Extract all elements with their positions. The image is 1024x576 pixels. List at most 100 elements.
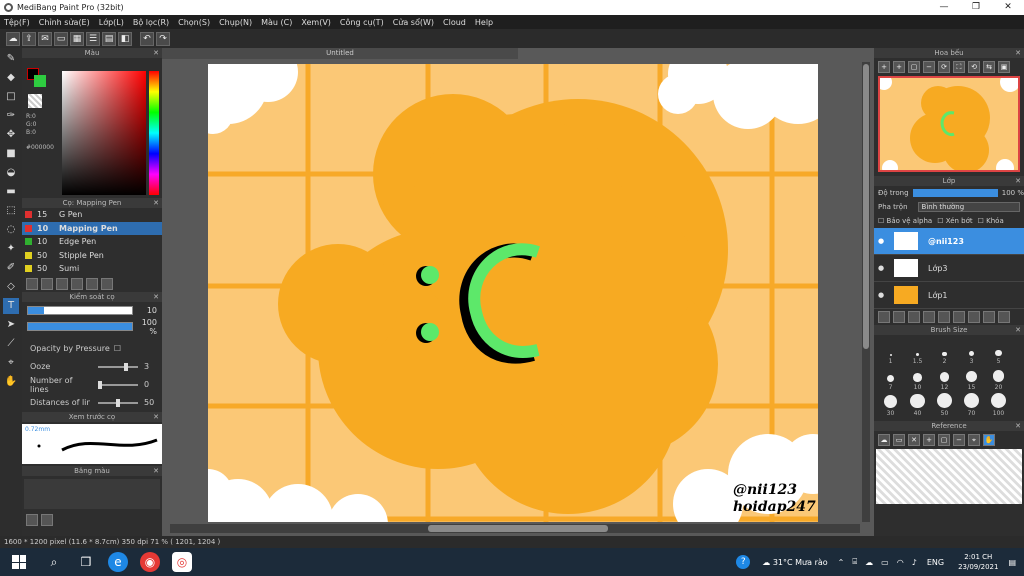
menu-window[interactable]: Cửa sổ(W): [393, 18, 434, 27]
select-tool-icon[interactable]: ⬚: [3, 203, 19, 219]
protect-alpha-checkbox[interactable]: ☐ Bảo vệ alpha: [878, 217, 932, 225]
search-icon[interactable]: ⌕: [44, 552, 64, 572]
visibility-icon[interactable]: ●: [878, 264, 886, 272]
brush-size-option[interactable]: 30: [877, 391, 904, 417]
brush-size-option[interactable]: 50: [931, 391, 958, 417]
close-icon[interactable]: ✕: [153, 466, 159, 476]
reference-area[interactable]: [876, 449, 1022, 504]
close-icon[interactable]: ✕: [1015, 325, 1021, 335]
start-icon[interactable]: [12, 555, 26, 569]
fullscreen-icon[interactable]: ⛶: [953, 61, 965, 73]
vertical-scrollbar[interactable]: [862, 62, 870, 522]
folder-icon[interactable]: [71, 277, 83, 290]
upload-icon[interactable]: ⇪: [22, 31, 36, 46]
close-icon[interactable]: ✕: [153, 412, 159, 422]
brush-size-option[interactable]: 1.5: [904, 339, 931, 365]
brush-size-slider[interactable]: [27, 306, 133, 315]
delete-layer-icon[interactable]: [998, 311, 1010, 323]
brush-size-option[interactable]: 70: [958, 391, 985, 417]
hand-tool-icon[interactable]: ✋: [3, 374, 19, 390]
copy-brush-icon[interactable]: [56, 277, 68, 290]
hue-slider[interactable]: [149, 71, 159, 195]
navigator-preview[interactable]: [878, 76, 1020, 172]
cloud-icon[interactable]: ☁: [878, 434, 890, 446]
language-indicator[interactable]: ENG: [927, 558, 944, 567]
list-icon[interactable]: ☰: [86, 31, 100, 46]
frame-icon[interactable]: ◧: [118, 31, 132, 46]
merge-icon[interactable]: [953, 311, 965, 323]
delete-icon[interactable]: [101, 277, 113, 290]
color-bag[interactable]: [24, 478, 160, 509]
close-icon[interactable]: ✕: [908, 434, 920, 446]
brush-size-option[interactable]: 12: [931, 365, 958, 391]
zoom-in-2-icon[interactable]: +: [893, 61, 905, 73]
flip-icon[interactable]: ⇆: [983, 61, 995, 73]
drawing-canvas[interactable]: @nii123 hoidap247: [208, 64, 818, 522]
menu-color[interactable]: Màu (C): [261, 18, 292, 27]
visibility-icon[interactable]: ●: [878, 237, 886, 245]
new-layer-icon[interactable]: [878, 311, 890, 323]
close-icon[interactable]: ✕: [1015, 48, 1021, 58]
brush-item[interactable]: 10 Mapping Pen: [22, 221, 162, 235]
onedrive-icon[interactable]: ☁: [865, 558, 873, 567]
brush-size-option[interactable]: 3: [958, 339, 985, 365]
medibang-icon[interactable]: ◎: [172, 552, 192, 572]
duplicate-icon[interactable]: [968, 311, 980, 323]
settings-icon[interactable]: [983, 311, 995, 323]
blend-select[interactable]: Bình thường: [917, 202, 1020, 212]
clipping-checkbox[interactable]: ☐ Xén bớt: [937, 217, 972, 225]
notification-icon[interactable]: ▤: [1008, 558, 1016, 567]
lasso-tool-icon[interactable]: ◌: [3, 222, 19, 238]
zoom-in-icon[interactable]: +: [878, 61, 890, 73]
comment-icon[interactable]: ✉: [38, 31, 52, 46]
close-icon[interactable]: ✕: [1015, 176, 1021, 186]
menu-cloud[interactable]: Cloud: [443, 18, 466, 27]
select-pen-icon[interactable]: ✐: [3, 260, 19, 276]
fill-rect-tool-icon[interactable]: ■: [3, 146, 19, 162]
ooze-slider[interactable]: [98, 362, 138, 371]
brush-size-option[interactable]: 15: [958, 365, 985, 391]
cloud-icon[interactable]: ☁: [6, 31, 20, 46]
close-icon[interactable]: ✕: [1015, 421, 1021, 431]
brush-size-option[interactable]: 7: [877, 365, 904, 391]
zoom-out-icon[interactable]: −: [923, 61, 935, 73]
close-icon[interactable]: ✕: [153, 48, 159, 58]
menu-view[interactable]: Xem(V): [301, 18, 331, 27]
import-icon[interactable]: [86, 277, 98, 290]
eyedropper-icon[interactable]: ⌖: [3, 355, 19, 371]
battery-icon[interactable]: ▭: [881, 558, 889, 567]
layer-item[interactable]: ● Lớp3: [874, 255, 1024, 282]
add-brush-icon[interactable]: [26, 277, 38, 290]
delete-color-icon[interactable]: [41, 513, 53, 526]
saturation-picker[interactable]: [62, 71, 146, 195]
task-view-icon[interactable]: ❒: [76, 552, 96, 572]
layer-opacity-slider[interactable]: [912, 189, 998, 197]
add-color-icon[interactable]: [26, 513, 38, 526]
volume-icon[interactable]: ♪: [912, 558, 917, 567]
layer-item[interactable]: ● Lớp1: [874, 282, 1024, 309]
reset-icon[interactable]: ⟲: [968, 61, 980, 73]
close-icon[interactable]: ✕: [153, 198, 159, 208]
lock-icon[interactable]: ▣: [998, 61, 1010, 73]
brush-size-option[interactable]: 10: [904, 365, 931, 391]
layer-menu-icon[interactable]: [923, 311, 935, 323]
grid-icon[interactable]: ▦: [70, 31, 84, 46]
wifi-icon[interactable]: ◠: [897, 558, 904, 567]
brush-size-option[interactable]: 1: [877, 339, 904, 365]
pen-tool-icon[interactable]: ✑: [3, 108, 19, 124]
redo-icon[interactable]: ↷: [156, 31, 170, 46]
weather-widget[interactable]: ☁ 31°C Mưa rào: [762, 558, 827, 567]
select-eraser-icon[interactable]: ◇: [3, 279, 19, 295]
minimize-button[interactable]: —: [928, 0, 960, 15]
operation-tool-icon[interactable]: ➤: [3, 317, 19, 333]
brush-size-option[interactable]: 20: [985, 365, 1012, 391]
rectangle-tool-icon[interactable]: □: [3, 89, 19, 105]
text-tool-icon[interactable]: T: [3, 298, 19, 314]
background-color-swatch[interactable]: [34, 75, 46, 87]
gradient-tool-icon[interactable]: ▬: [3, 184, 19, 200]
move-tool-icon[interactable]: ✥: [3, 127, 19, 143]
menu-snap[interactable]: Chụp(N): [219, 18, 252, 27]
eraser-tool-icon[interactable]: ◆: [3, 70, 19, 86]
undo-icon[interactable]: ↶: [140, 31, 154, 46]
document-tab[interactable]: Untitled: [162, 48, 518, 59]
